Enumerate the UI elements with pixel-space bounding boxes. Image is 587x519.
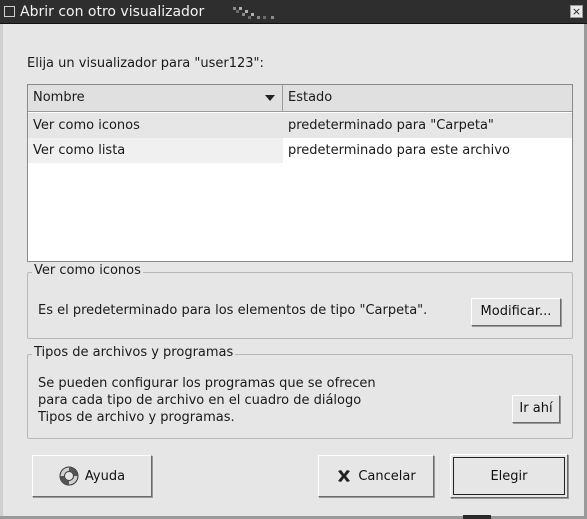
title-bar[interactable]: Abrir con otro visualizador × [0, 0, 587, 24]
row-name: Ver como iconos [33, 118, 140, 133]
dialog-window: Abrir con otro visualizador × Elija un v… [0, 0, 587, 519]
x-cancel-icon [338, 470, 351, 482]
file-types-group: Tipos de archivos y programas Se pueden … [27, 345, 573, 439]
modify-button[interactable]: Modificar... [471, 298, 561, 326]
file-types-legend: Tipos de archivos y programas [32, 345, 236, 360]
go-there-button[interactable]: Ir ahí [512, 395, 560, 423]
choose-button-label: Elegir [490, 468, 528, 484]
go-there-button-label: Ir ahí [519, 401, 553, 416]
file-types-description: Se pueden configurar los programas que s… [38, 375, 376, 426]
file-types-line: para cada tipo de archivo en el cuadro d… [38, 393, 362, 408]
file-types-line: Se pueden configurar los programas que s… [38, 376, 376, 391]
row-name: Ver como lista [33, 143, 126, 158]
list-row[interactable]: Ver como iconos predeterminado para "Car… [28, 113, 572, 138]
window-menu-icon[interactable] [4, 6, 15, 17]
column-header-status-label: Estado [288, 90, 333, 105]
viewer-list[interactable]: Nombre Estado Ver como iconos predetermi… [27, 84, 573, 262]
prompt-label: Elija un visualizador para "user123": [27, 56, 264, 71]
cancel-button[interactable]: Cancelar [318, 455, 434, 497]
selected-viewer-description: Es el predeterminado para los elementos … [38, 303, 428, 318]
lifebuoy-help-icon [59, 466, 79, 486]
sort-down-icon [265, 95, 275, 101]
choose-button[interactable]: Elegir [450, 454, 568, 498]
list-row[interactable]: Ver como lista predeterminado para este … [28, 138, 572, 163]
close-icon[interactable]: × [570, 5, 583, 18]
cancel-button-label: Cancelar [358, 468, 416, 484]
row-status: predeterminado para este archivo [288, 143, 510, 158]
background-strip [463, 515, 491, 519]
modify-button-label: Modificar... [480, 304, 552, 319]
column-header-status[interactable]: Estado [283, 85, 572, 111]
titlebar-pattern-icon [233, 7, 274, 19]
window-title: Abrir con otro visualizador [20, 4, 205, 20]
selected-viewer-legend: Ver como iconos [32, 263, 143, 278]
help-button[interactable]: Ayuda [32, 455, 152, 497]
row-status: predeterminado para "Carpeta" [288, 118, 494, 133]
column-header-name-label: Nombre [33, 90, 85, 105]
window-frame-left [0, 24, 3, 519]
help-button-label: Ayuda [84, 468, 126, 484]
list-header: Nombre Estado [28, 85, 572, 112]
file-types-line: Tipos de archivo y programas. [38, 410, 235, 425]
column-header-name[interactable]: Nombre [28, 85, 283, 111]
